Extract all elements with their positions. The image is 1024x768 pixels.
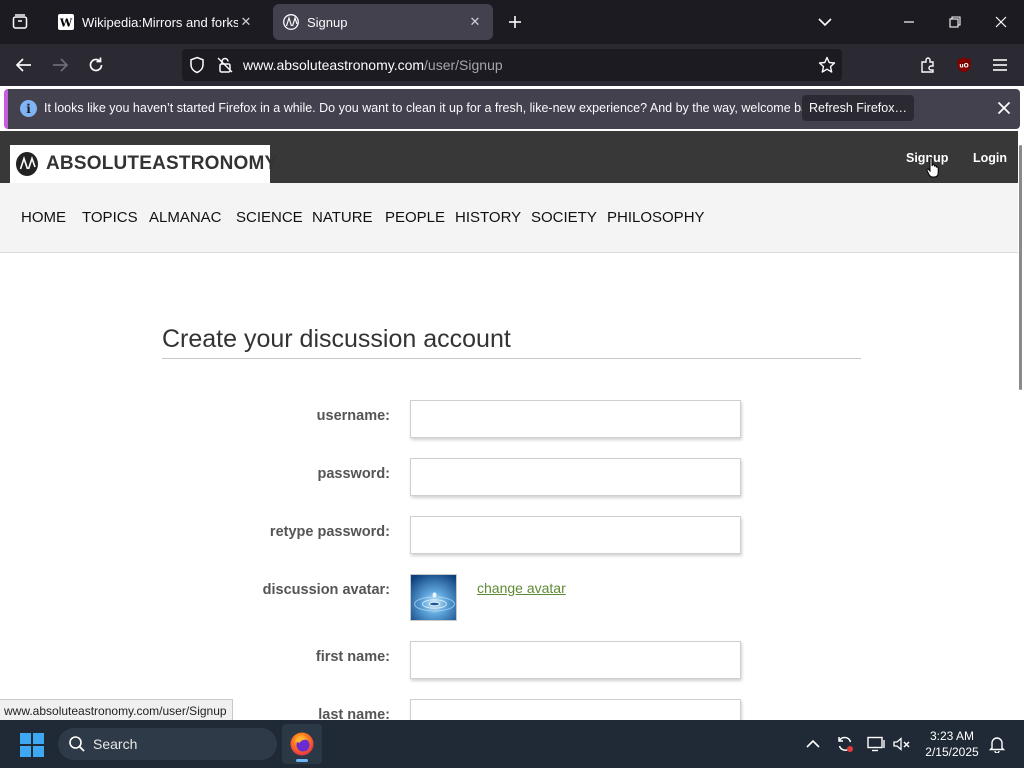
- menu-item-people[interactable]: PEOPLE: [385, 209, 445, 226]
- logo-icon: [16, 152, 38, 176]
- star-icon[interactable]: [818, 56, 836, 74]
- url-path: /user/Signup: [424, 57, 503, 73]
- notification-text: It looks like you haven’t started Firefo…: [44, 101, 825, 115]
- username-label: username:: [316, 408, 390, 424]
- hamburger-menu-icon[interactable]: [986, 51, 1014, 79]
- firefox-taskbar-icon[interactable]: [282, 724, 322, 764]
- page-scrollbar[interactable]: [1018, 131, 1024, 720]
- last-name-input[interactable]: [410, 699, 741, 720]
- windows-taskbar: Search 3:23 AM 2/15/2025: [0, 720, 1024, 768]
- shield-icon[interactable]: [188, 56, 206, 74]
- system-clock[interactable]: 3:23 AM 2/15/2025: [920, 728, 984, 760]
- tab-list-icon[interactable]: [7, 9, 33, 35]
- username-input[interactable]: [410, 400, 741, 438]
- volume-muted-icon[interactable]: [892, 734, 912, 754]
- tab-wikipedia[interactable]: W Wikipedia:Mirrors and forks/All ✕: [48, 4, 264, 40]
- title-divider: [162, 358, 861, 359]
- svg-text:W: W: [59, 17, 73, 30]
- clock-date: 2/15/2025: [925, 745, 979, 759]
- menu-item-history[interactable]: HISTORY: [455, 209, 521, 226]
- menu-item-home[interactable]: HOME: [21, 209, 66, 226]
- extensions-icon[interactable]: [914, 51, 942, 79]
- retype-password-label: retype password:: [269, 524, 390, 540]
- tab-title: Wikipedia:Mirrors and forks/All: [82, 14, 238, 30]
- refresh-firefox-notification: i It looks like you haven’t started Fire…: [4, 89, 1020, 129]
- menu-item-nature[interactable]: NATURE: [312, 209, 373, 226]
- lock-broken-icon[interactable]: [216, 56, 234, 74]
- back-arrow-icon[interactable]: [10, 51, 38, 79]
- site-header: ABSOLUTEASTRONOMY Signup Login: [0, 131, 1018, 183]
- avatar-label: discussion avatar:: [262, 582, 390, 598]
- url-bar[interactable]: www.absoluteastronomy.com/user/Signup: [182, 49, 842, 81]
- monitor-icon[interactable]: [866, 734, 886, 754]
- first-name-input[interactable]: [410, 641, 741, 679]
- close-icon[interactable]: [993, 97, 1015, 119]
- menu-item-almanac[interactable]: ALMANAC: [149, 209, 222, 226]
- status-url-tooltip: www.absoluteastronomy.com/user/Signup: [0, 699, 233, 721]
- close-icon[interactable]: ✕: [467, 14, 483, 30]
- absoluteastronomy-favicon: [283, 14, 299, 30]
- forward-arrow-icon[interactable]: [46, 51, 74, 79]
- tab-title: Signup: [307, 14, 348, 30]
- minimize-icon[interactable]: [894, 8, 924, 36]
- logo-text: ABSOLUTEASTRONOMY: [46, 153, 278, 174]
- search-placeholder: Search: [93, 736, 138, 752]
- restore-icon[interactable]: [940, 8, 970, 36]
- chevron-up-icon[interactable]: [803, 734, 823, 754]
- ublock-icon[interactable]: uO: [950, 51, 978, 79]
- windows-start-icon[interactable]: [20, 733, 44, 757]
- password-label: password:: [317, 466, 390, 482]
- menu-item-topics[interactable]: TOPICS: [82, 209, 138, 226]
- menu-item-science[interactable]: SCIENCE: [236, 209, 303, 226]
- svg-text:uO: uO: [959, 63, 968, 70]
- active-app-indicator: [296, 759, 308, 762]
- refresh-firefox-button[interactable]: Refresh Firefox…: [802, 95, 914, 121]
- login-link[interactable]: Login: [973, 151, 1007, 165]
- plus-icon[interactable]: [502, 9, 528, 35]
- tab-bar: W Wikipedia:Mirrors and forks/All ✕ Sign…: [0, 0, 1024, 44]
- page-title: Create your discussion account: [162, 325, 511, 353]
- scrollbar-thumb[interactable]: [1019, 145, 1022, 390]
- menu-item-society[interactable]: SOCIETY: [531, 209, 597, 226]
- info-icon: i: [20, 100, 37, 117]
- retype-password-input[interactable]: [410, 516, 741, 554]
- last-name-label: last name:: [318, 707, 390, 720]
- hand-cursor-icon: [926, 157, 939, 178]
- main-menu: HOME TOPICS ALMANAC SCIENCE NATURE PEOPL…: [0, 183, 1018, 253]
- avatar[interactable]: [410, 574, 457, 621]
- url-text[interactable]: www.absoluteastronomy.com/user/Signup: [243, 57, 503, 73]
- sync-icon[interactable]: [835, 734, 855, 754]
- first-name-label: first name:: [315, 649, 390, 665]
- site-logo[interactable]: ABSOLUTEASTRONOMY: [10, 145, 277, 183]
- search-icon: [69, 736, 85, 752]
- window-close-icon[interactable]: [986, 8, 1016, 36]
- close-icon[interactable]: ✕: [238, 14, 254, 30]
- web-page: ABSOLUTEASTRONOMY Signup Login HOME TOPI…: [0, 131, 1018, 720]
- taskbar-search[interactable]: Search: [58, 728, 277, 760]
- change-avatar-link[interactable]: change avatar: [477, 580, 566, 596]
- url-host: www.absoluteastronomy.com: [243, 57, 425, 73]
- reload-icon[interactable]: [82, 51, 110, 79]
- tab-signup[interactable]: Signup ✕: [273, 4, 493, 40]
- chevron-down-icon[interactable]: [812, 9, 838, 35]
- wikipedia-favicon: W: [58, 14, 74, 30]
- menu-item-philosophy[interactable]: PHILOSOPHY: [607, 209, 705, 226]
- clock-time: 3:23 AM: [929, 729, 975, 743]
- notification-bell-icon[interactable]: [987, 734, 1007, 754]
- password-input[interactable]: [410, 458, 741, 496]
- navigation-toolbar: www.absoluteastronomy.com/user/Signup uO: [0, 44, 1024, 86]
